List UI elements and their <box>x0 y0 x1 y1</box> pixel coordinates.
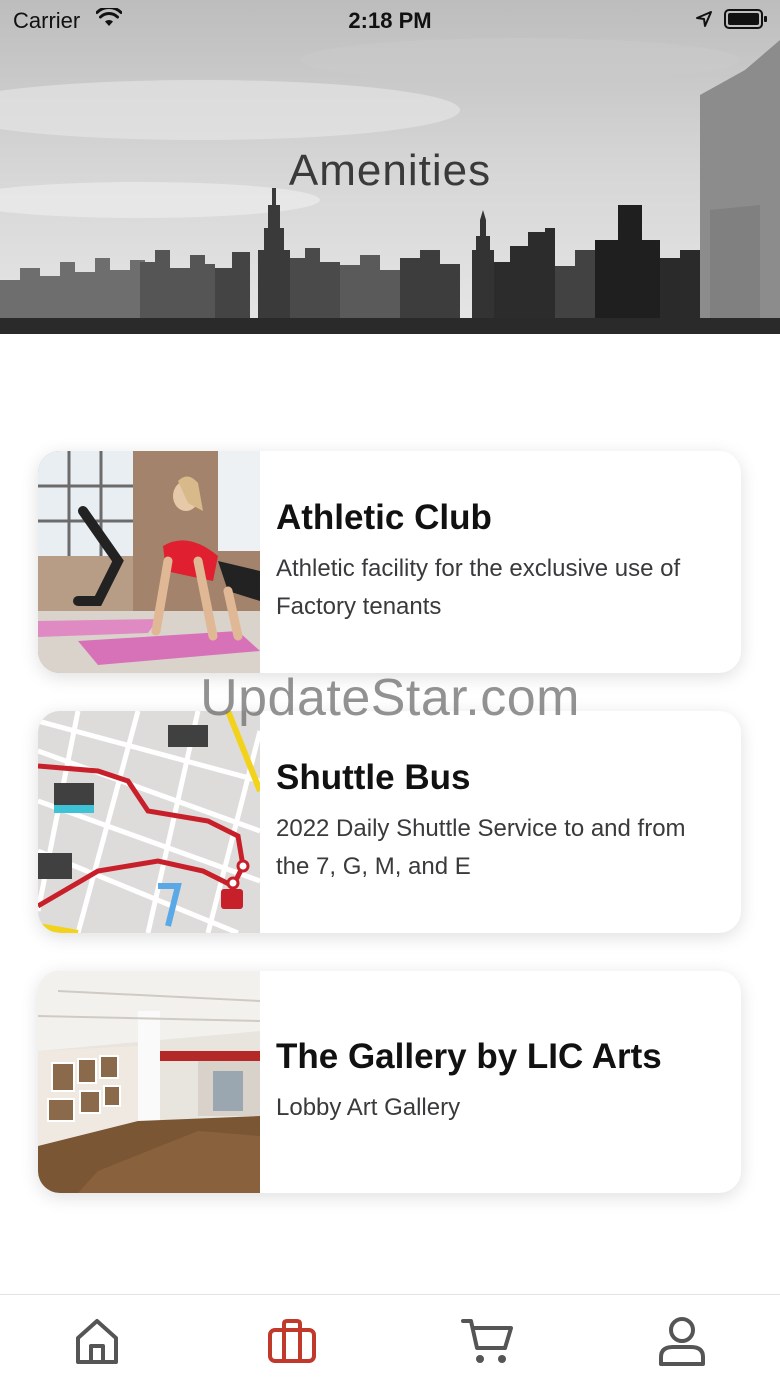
watermark-text: UpdateStar.com <box>200 669 580 727</box>
amenity-card-shuttle-bus[interactable]: Shuttle Bus 2022 Daily Shuttle Service t… <box>38 711 741 933</box>
home-icon <box>76 1319 118 1364</box>
header-banner: Carrier 2:18 PM Amenities <box>0 0 780 334</box>
tab-cart[interactable] <box>458 1313 518 1369</box>
amenity-title: The Gallery by LIC Arts <box>276 1037 662 1076</box>
gallery-lobby-photo <box>38 971 260 1193</box>
battery-icon <box>724 9 767 29</box>
page-title: Amenities <box>288 146 492 195</box>
tab-bar <box>0 1294 780 1387</box>
status-bar: Carrier 2:18 PM <box>0 0 780 40</box>
tab-profile[interactable] <box>652 1313 712 1369</box>
profile-icon <box>659 1317 705 1366</box>
location-arrow-icon <box>696 11 712 27</box>
briefcase-icon <box>268 1319 316 1363</box>
status-time: 2:18 PM <box>348 8 432 33</box>
cart-icon <box>461 1319 513 1363</box>
amenity-description: Lobby Art Gallery <box>276 1094 461 1121</box>
amenity-card-athletic-club[interactable]: Athletic Club Athletic facility for the … <box>38 451 741 673</box>
tab-amenities[interactable] <box>262 1313 322 1369</box>
tab-home[interactable] <box>67 1313 127 1369</box>
amenity-description: Athletic facility for the exclusive use … <box>276 555 681 620</box>
amenity-card-gallery[interactable]: The Gallery by LIC Arts Lobby Art Galler… <box>38 971 741 1193</box>
amenity-title: Shuttle Bus <box>276 758 471 797</box>
amenity-description: 2022 Daily Shuttle Service to and from t… <box>276 815 686 880</box>
amenity-title: Athletic Club <box>276 498 492 537</box>
fitness-class-photo <box>38 451 260 673</box>
shuttle-route-map <box>38 711 260 933</box>
